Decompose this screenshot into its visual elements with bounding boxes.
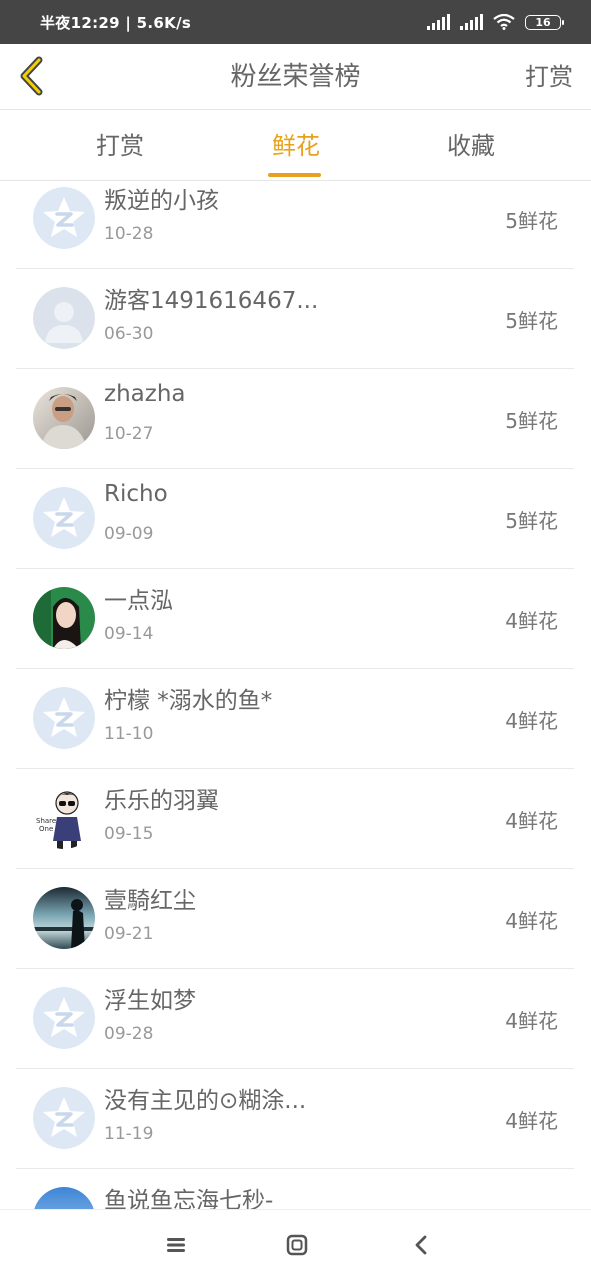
flower-count: 4鲜花 <box>505 809 558 833</box>
home-icon[interactable] <box>282 1230 312 1260</box>
fan-row[interactable]: Richo 09-09 5鲜花 <box>16 469 574 569</box>
avatar <box>33 187 95 249</box>
app-header: 粉丝荣誉榜 打赏 <box>0 44 591 110</box>
flower-count: 5鲜花 <box>505 409 558 433</box>
menu-icon[interactable] <box>161 1230 191 1260</box>
fan-name: 壹騎红尘 <box>104 888 196 914</box>
fan-date: 11-10 <box>104 724 154 744</box>
fan-row[interactable]: 柠檬 *溺水的鱼* 11-10 4鲜花 <box>16 669 574 769</box>
flower-count: 5鲜花 <box>505 209 558 233</box>
flower-count: 5鲜花 <box>505 509 558 533</box>
fan-row[interactable]: 游客1491616467... 06-30 5鲜花 <box>16 269 574 369</box>
active-tab-indicator <box>268 173 321 177</box>
fan-name: 没有主见的⊙糊涂... <box>104 1088 307 1114</box>
battery-level: 16 <box>535 15 551 29</box>
fan-row[interactable]: zhazha 10-27 5鲜花 <box>16 369 574 469</box>
fan-row[interactable]: 壹騎红尘 09-21 4鲜花 <box>16 869 574 969</box>
fan-name: 一点泓 <box>104 588 173 614</box>
fan-row[interactable]: 鱼说鱼忘海七秒- <box>16 1169 574 1209</box>
fan-date: 09-14 <box>104 624 154 644</box>
flower-count: 4鲜花 <box>505 1109 558 1133</box>
avatar <box>33 987 95 1049</box>
fan-date: 06-30 <box>104 324 154 344</box>
battery-icon: 16 <box>525 14 564 30</box>
fan-name: 柠檬 *溺水的鱼* <box>104 688 273 714</box>
fan-date: 10-27 <box>104 424 154 444</box>
reward-button[interactable]: 打赏 <box>525 44 573 110</box>
page-title: 粉丝荣誉榜 <box>230 62 361 92</box>
fan-date: 11-19 <box>104 1124 154 1144</box>
avatar <box>33 1187 95 1209</box>
fan-name: 叛逆的小孩 <box>104 188 219 214</box>
fan-name: Richo <box>104 481 168 507</box>
fan-name: 游客1491616467... <box>104 288 319 314</box>
tab-reward[interactable]: 打赏 <box>65 111 175 181</box>
flower-count: 4鲜花 <box>505 1009 558 1033</box>
fan-date: 09-28 <box>104 1024 154 1044</box>
flower-count: 4鲜花 <box>505 709 558 733</box>
tab-bar: 打赏 鲜花 收藏 <box>0 111 591 181</box>
avatar <box>33 687 95 749</box>
fan-name: 浮生如梦 <box>104 988 196 1014</box>
fan-date: 10-28 <box>104 224 154 244</box>
signal-icon <box>427 14 450 30</box>
flower-count: 5鲜花 <box>505 309 558 333</box>
fan-row[interactable]: 一点泓 09-14 4鲜花 <box>16 569 574 669</box>
fan-date: 09-09 <box>104 524 154 544</box>
fan-date: 09-15 <box>104 824 154 844</box>
tab-label: 鲜花 <box>272 132 320 160</box>
tab-label: 打赏 <box>96 132 144 160</box>
fan-row[interactable]: 没有主见的⊙糊涂... 11-19 4鲜花 <box>16 1069 574 1169</box>
avatar <box>33 387 95 449</box>
avatar <box>33 887 95 949</box>
avatar <box>33 587 95 649</box>
signal-hd-icon <box>460 14 483 30</box>
avatar <box>33 1087 95 1149</box>
back-icon[interactable] <box>407 1230 437 1260</box>
wifi-icon <box>493 14 515 30</box>
tab-flowers[interactable]: 鲜花 <box>241 111 351 181</box>
svg-text:Share: Share <box>36 817 56 825</box>
fan-name: 鱼说鱼忘海七秒- <box>104 1188 274 1209</box>
status-time: 半夜12:29 | 5.6K/s <box>40 13 192 32</box>
avatar <box>33 287 95 349</box>
fan-date: 09-21 <box>104 924 154 944</box>
avatar <box>33 487 95 549</box>
fan-list[interactable]: 叛逆的小孩 10-28 5鲜花 游客1491616467... 06-30 5鲜花 zhaz… <box>0 182 591 1209</box>
status-icons: 16 <box>427 14 564 30</box>
fan-name: zhazha <box>104 381 186 407</box>
status-bar: 半夜12:29 | 5.6K/s 16 <box>0 0 591 44</box>
fan-name: 乐乐的羽翼 <box>104 788 219 814</box>
fan-row[interactable]: Share One 乐乐的羽翼 09-15 4鲜花 <box>16 769 574 869</box>
flower-count: 4鲜花 <box>505 609 558 633</box>
svg-text:One: One <box>39 825 53 833</box>
tab-favorites[interactable]: 收藏 <box>416 111 526 181</box>
back-arrow-icon[interactable] <box>14 54 50 98</box>
avatar: Share One <box>33 787 95 849</box>
fan-row[interactable]: 浮生如梦 09-28 4鲜花 <box>16 969 574 1069</box>
tab-label: 收藏 <box>447 132 495 160</box>
flower-count: 4鲜花 <box>505 909 558 933</box>
fan-row[interactable]: 叛逆的小孩 10-28 5鲜花 <box>16 182 574 269</box>
system-nav-bar <box>0 1209 591 1280</box>
